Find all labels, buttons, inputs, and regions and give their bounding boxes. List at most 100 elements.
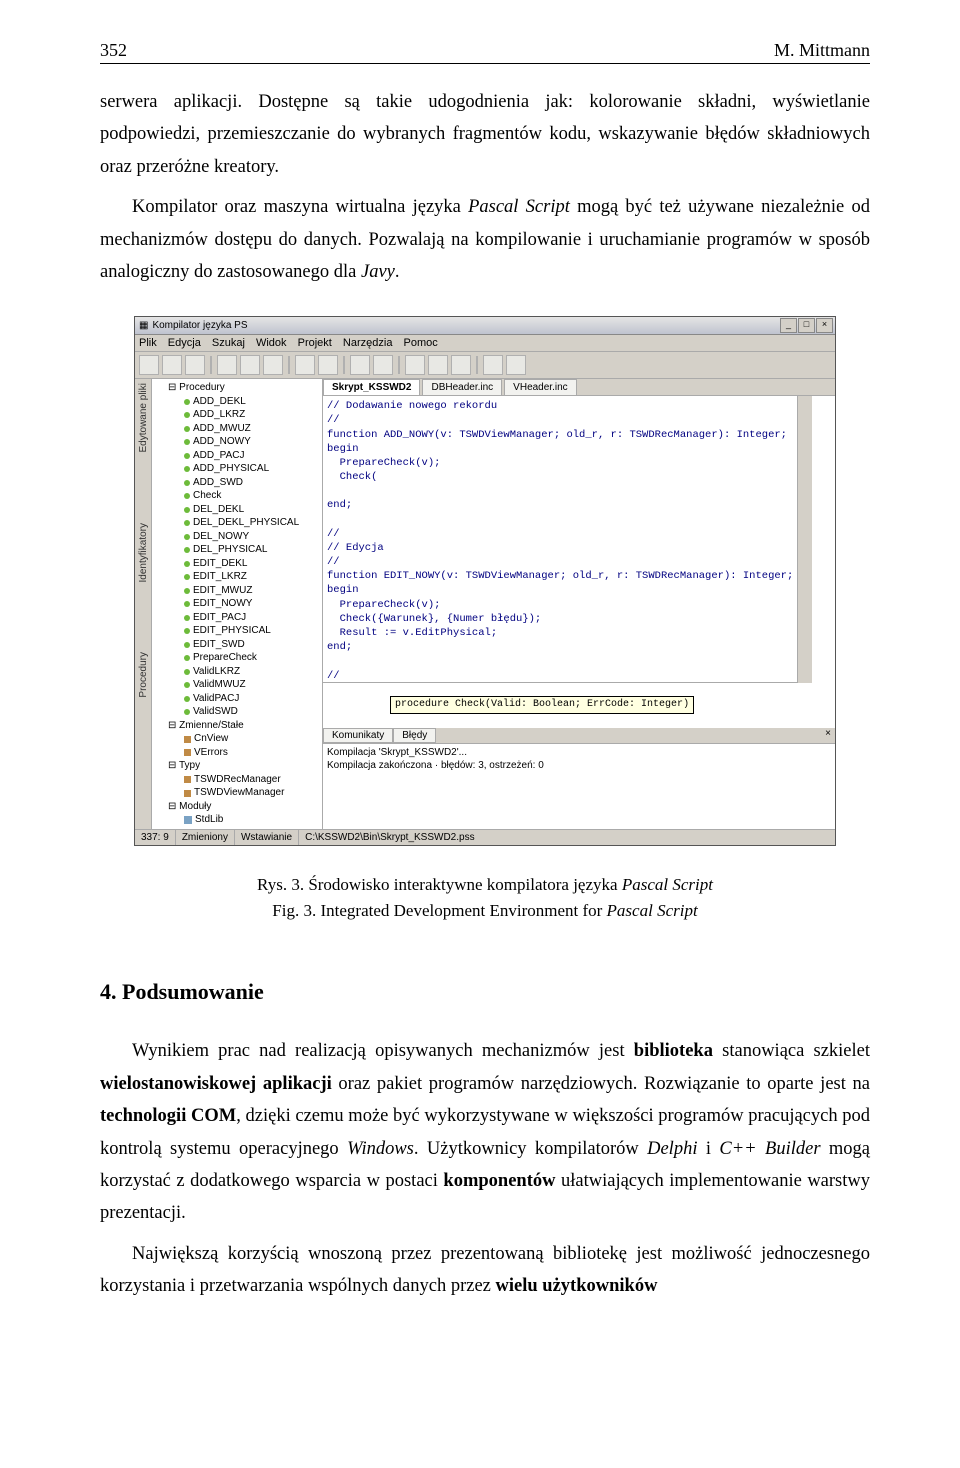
tree-modules[interactable]: Moduły: [179, 801, 211, 812]
toolbar-save-icon[interactable]: [185, 355, 205, 375]
tree-proc-item[interactable]: DEL_NOWY: [154, 530, 322, 544]
tree-proc-item[interactable]: DEL_PHYSICAL: [154, 543, 322, 557]
status-bar: 337: 9 Zmieniony Wstawianie C:\KSSWD2\Bi…: [135, 829, 835, 845]
messages-panel[interactable]: Kompilacja 'Skrypt_KSSWD2'... Kompilacja…: [323, 743, 835, 774]
toolbar-copy-icon[interactable]: [240, 355, 260, 375]
side-tab-edited-files[interactable]: Edytowane pliki: [138, 383, 149, 452]
code-editor[interactable]: // Dodawanie nowego rekordu // function …: [323, 396, 797, 683]
side-tab-identifiers[interactable]: Identyfikatory: [138, 523, 149, 582]
menu-plik[interactable]: Plik: [139, 337, 157, 349]
tree-proc-item[interactable]: DEL_DEKL_PHYSICAL: [154, 516, 322, 530]
proc-icon: [184, 399, 190, 405]
proc-icon: [184, 601, 190, 607]
tree-var-item[interactable]: CnView: [154, 732, 322, 746]
menu-szukaj[interactable]: Szukaj: [212, 337, 245, 349]
maximize-button[interactable]: □: [798, 318, 815, 333]
status-modified: Zmieniony: [176, 830, 235, 845]
side-tab-procedures[interactable]: Procedury: [138, 652, 149, 698]
tree-root[interactable]: Procedury: [179, 382, 225, 393]
tree-proc-item[interactable]: EDIT_SWD: [154, 638, 322, 652]
var-icon: [184, 736, 191, 743]
tree-type-item[interactable]: TSWDRecManager: [154, 773, 322, 787]
toolbar-run-icon[interactable]: [405, 355, 425, 375]
toolbar-open-icon[interactable]: [162, 355, 182, 375]
menu-pomoc[interactable]: Pomoc: [404, 337, 438, 349]
toolbar-stop-icon[interactable]: [451, 355, 471, 375]
toolbar-step-into-icon[interactable]: [506, 355, 526, 375]
tree-vars[interactable]: Zmienne/Stałe: [179, 720, 243, 731]
tree-proc-item[interactable]: ValidLKRZ: [154, 665, 322, 679]
tree-proc-item[interactable]: ADD_LKRZ: [154, 408, 322, 422]
module-icon: [184, 816, 192, 824]
side-tab-strip[interactable]: Edytowane pliki Identyfikatory Procedury: [135, 379, 152, 829]
toolbar-redo-icon[interactable]: [318, 355, 338, 375]
tree-proc-item[interactable]: ADD_MWUZ: [154, 422, 322, 436]
tree-panel[interactable]: ⊟ Procedury ADD_DEKLADD_LKRZADD_MWUZADD_…: [152, 379, 323, 829]
proc-icon: [184, 480, 190, 486]
toolbar-step-over-icon[interactable]: [483, 355, 503, 375]
menu-projekt[interactable]: Projekt: [298, 337, 332, 349]
msg-panel-close-icon[interactable]: ×: [825, 728, 831, 739]
editor-tab-3[interactable]: VHeader.inc: [504, 379, 576, 395]
editor-tab-2[interactable]: DBHeader.inc: [422, 379, 502, 395]
toolbar-replace-icon[interactable]: [373, 355, 393, 375]
proc-icon: [184, 615, 190, 621]
editor-scrollbar-v[interactable]: [797, 396, 812, 683]
tree-proc-item[interactable]: ADD_DEKL: [154, 395, 322, 409]
tree-type-item[interactable]: TSWDViewManager: [154, 786, 322, 800]
tree-proc-item[interactable]: ADD_SWD: [154, 476, 322, 490]
proc-icon: [184, 669, 190, 675]
tree-proc-item[interactable]: ValidPACJ: [154, 692, 322, 706]
tree-proc-item[interactable]: ADD_PHYSICAL: [154, 462, 322, 476]
tree-module-item[interactable]: StdLib: [154, 813, 322, 827]
tree-proc-item[interactable]: EDIT_DEKL: [154, 557, 322, 571]
minimize-button[interactable]: _: [780, 318, 797, 333]
toolbar: [135, 352, 835, 379]
code-hint-tooltip: procedure Check(Valid: Boolean; ErrCode:…: [390, 696, 694, 714]
proc-icon: [184, 561, 190, 567]
tree-proc-item[interactable]: DEL_DEKL: [154, 503, 322, 517]
proc-icon: [184, 453, 190, 459]
tree-proc-item[interactable]: EDIT_NOWY: [154, 597, 322, 611]
editor-tab-1[interactable]: Skrypt_KSSWD2: [323, 379, 420, 395]
tree-proc-item[interactable]: ValidMWUZ: [154, 678, 322, 692]
tree-proc-item[interactable]: ADD_NOWY: [154, 435, 322, 449]
toolbar-paste-icon[interactable]: [263, 355, 283, 375]
proc-icon: [184, 574, 190, 580]
type-icon: [184, 776, 191, 783]
tree-proc-item[interactable]: EDIT_MWUZ: [154, 584, 322, 598]
type-icon: [184, 790, 191, 797]
proc-icon: [184, 655, 190, 661]
proc-icon: [184, 547, 190, 553]
tree-types[interactable]: Typy: [179, 760, 200, 771]
toolbar-new-icon[interactable]: [139, 355, 159, 375]
msg-line-2: Kompilacja zakończona · błędów: 3, ostrz…: [327, 759, 831, 772]
menubar[interactable]: Plik Edycja Szukaj Widok Projekt Narzędz…: [135, 335, 835, 352]
toolbar-undo-icon[interactable]: [295, 355, 315, 375]
tree-proc-item[interactable]: Check: [154, 489, 322, 503]
proc-icon: [184, 466, 190, 472]
proc-icon: [184, 493, 190, 499]
proc-icon: [184, 412, 190, 418]
tree-proc-item[interactable]: EDIT_PACJ: [154, 611, 322, 625]
close-button[interactable]: ×: [816, 318, 833, 333]
window-titlebar[interactable]: ▦ Kompilator języka PS _ □ ×: [135, 317, 835, 335]
toolbar-cut-icon[interactable]: [217, 355, 237, 375]
proc-icon: [184, 682, 190, 688]
tree-proc-item[interactable]: PrepareCheck: [154, 651, 322, 665]
paragraph-1: serwera aplikacji. Dostępne są takie udo…: [100, 86, 870, 183]
menu-edycja[interactable]: Edycja: [168, 337, 201, 349]
paragraph-2: Kompilator oraz maszyna wirtualna języka…: [100, 191, 870, 288]
toolbar-pause-icon[interactable]: [428, 355, 448, 375]
tree-proc-item[interactable]: ValidSWD: [154, 705, 322, 719]
proc-icon: [184, 439, 190, 445]
menu-narzedzia[interactable]: Narzędzia: [343, 337, 393, 349]
msg-tab-bledy[interactable]: Błędy: [393, 728, 436, 743]
menu-widok[interactable]: Widok: [256, 337, 287, 349]
tree-proc-item[interactable]: EDIT_PHYSICAL: [154, 624, 322, 638]
tree-var-item[interactable]: VErrors: [154, 746, 322, 760]
tree-proc-item[interactable]: EDIT_LKRZ: [154, 570, 322, 584]
toolbar-find-icon[interactable]: [350, 355, 370, 375]
msg-tab-komunikaty[interactable]: Komunikaty: [323, 728, 393, 743]
tree-proc-item[interactable]: ADD_PACJ: [154, 449, 322, 463]
